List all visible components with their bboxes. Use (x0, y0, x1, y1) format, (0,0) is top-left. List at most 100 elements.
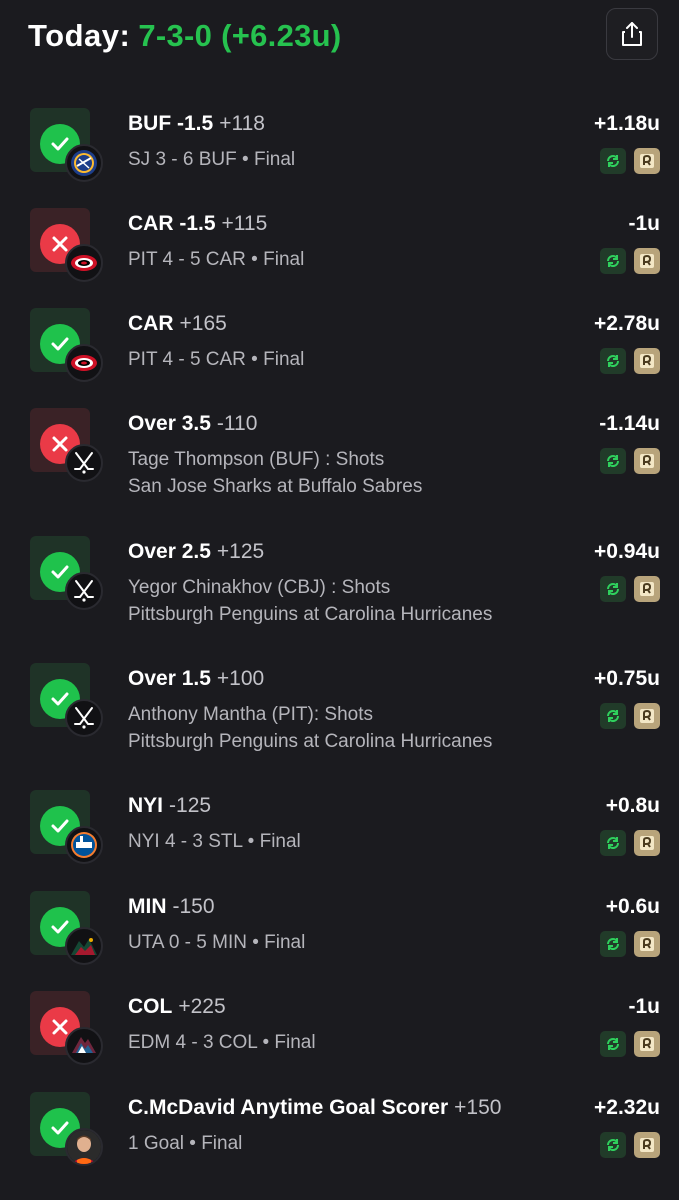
sync-badge[interactable] (600, 576, 626, 602)
bet-selection: Over 3.5 (128, 412, 211, 435)
sync-badge[interactable] (600, 830, 626, 856)
sportsbook-badge[interactable] (634, 576, 660, 602)
sportsbook-badge[interactable] (634, 248, 660, 274)
bet-units: +1.18u (594, 112, 660, 135)
sportsbook-icon (640, 937, 654, 951)
bet-selection: Over 1.5 (128, 667, 211, 690)
hockey-sticks-icon (65, 444, 103, 482)
sync-badge[interactable] (600, 448, 626, 474)
sportsbook-icon (640, 709, 654, 723)
bet-odds: +125 (216, 540, 265, 563)
sportsbook-icon (640, 582, 654, 596)
bet-row[interactable]: NYI -125 NYI 4 - 3 STL • Final +0.8u (0, 790, 679, 880)
sync-icon (607, 255, 619, 267)
daily-record: 7-3-0 (+6.23u) (138, 18, 342, 53)
sportsbook-icon (640, 836, 654, 850)
bet-row[interactable]: Over 2.5 +125 Yegor Chinakhov (CBJ) : Shot… (0, 536, 679, 626)
bet-selection: BUF -1.5 (128, 112, 214, 135)
sync-icon (607, 1139, 619, 1151)
sync-icon (607, 837, 619, 849)
bet-row[interactable]: CAR +165 PIT 4 - 5 CAR • Final +2.78u (0, 308, 679, 398)
x-icon (52, 436, 68, 452)
sync-icon (607, 583, 619, 595)
bet-row[interactable]: COL +225 EDM 4 - 3 COL • Final -1u (0, 991, 679, 1081)
wild-logo-icon (65, 927, 103, 965)
sportsbook-badge[interactable] (634, 448, 660, 474)
bet-detail: Tage Thompson (BUF) : Shots (128, 449, 385, 470)
bet-odds: +165 (179, 312, 227, 335)
bet-row[interactable]: CAR -1.5 +115 PIT 4 - 5 CAR • Final -1u (0, 208, 679, 298)
share-icon (622, 22, 642, 46)
bet-odds: -125 (169, 794, 212, 817)
hurricanes-logo-icon (65, 344, 103, 382)
bet-odds: +118 (219, 112, 265, 135)
sportsbook-badge[interactable] (634, 931, 660, 957)
bet-title: MIN -150 (128, 895, 215, 919)
bet-detail: PIT 4 - 5 CAR • Final (128, 249, 305, 270)
sportsbook-icon (640, 254, 654, 268)
share-button[interactable] (606, 8, 658, 60)
sportsbook-badge[interactable] (634, 148, 660, 174)
islanders-logo-icon (65, 826, 103, 864)
bet-row[interactable]: BUF -1.5 +118 SJ 3 - 6 BUF • Final +1.18u (0, 108, 679, 198)
sync-badge[interactable] (600, 148, 626, 174)
sync-icon (607, 355, 619, 367)
sync-badge[interactable] (600, 1031, 626, 1057)
bet-selection: COL (128, 995, 173, 1018)
bet-odds: +100 (216, 667, 265, 690)
sportsbook-badge[interactable] (634, 703, 660, 729)
bet-units: +2.78u (594, 312, 660, 335)
bet-odds: +150 (454, 1096, 502, 1119)
bet-row[interactable]: Over 1.5 +100 Anthony Mantha (PIT): Shots P… (0, 663, 679, 753)
bet-selection: NYI (128, 794, 164, 817)
bet-row[interactable]: MIN -150 UTA 0 - 5 MIN • Final +0.6u (0, 891, 679, 981)
bet-title: BUF -1.5 +118 (128, 112, 265, 136)
bet-detail: NYI 4 - 3 STL • Final (128, 831, 301, 852)
bet-units: +0.6u (605, 895, 660, 918)
bet-detail: Yegor Chinakhov (CBJ) : Shots (128, 577, 391, 598)
bet-title: NYI -125 (128, 794, 211, 818)
sportsbook-badge[interactable] (634, 830, 660, 856)
sync-icon (607, 455, 619, 467)
header-label: Today: (28, 18, 131, 53)
sync-badge[interactable] (600, 348, 626, 374)
sync-badge[interactable] (600, 1132, 626, 1158)
bet-odds: +225 (178, 995, 226, 1018)
sportsbook-badge[interactable] (634, 348, 660, 374)
sportsbook-badge[interactable] (634, 1031, 660, 1057)
bet-title: CAR -1.5 +115 (128, 212, 267, 236)
bet-detail: Anthony Mantha (PIT): Shots (128, 704, 374, 725)
bet-selection: CAR -1.5 (128, 212, 216, 235)
bet-selection: C.McDavid Anytime Goal Scorer (128, 1096, 449, 1119)
sportsbook-icon (640, 154, 654, 168)
bet-title: Over 1.5 +100 (128, 667, 264, 691)
bet-units: +2.32u (594, 1096, 660, 1119)
sync-badge[interactable] (600, 248, 626, 274)
sync-badge[interactable] (600, 703, 626, 729)
bet-selection: MIN (128, 895, 167, 918)
bet-title: CAR +165 (128, 312, 227, 336)
bet-odds: +115 (221, 212, 268, 235)
bet-detail: SJ 3 - 6 BUF • Final (128, 149, 296, 170)
sync-badge[interactable] (600, 931, 626, 957)
bet-detail: EDM 4 - 3 COL • Final (128, 1032, 316, 1053)
bet-title: Over 2.5 +125 (128, 540, 264, 564)
sabres-logo-icon (65, 144, 103, 182)
hockey-sticks-icon (65, 699, 103, 737)
bet-units: +0.75u (594, 667, 660, 690)
bet-row[interactable]: C.McDavid Anytime Goal Scorer +150 1 Goal … (0, 1092, 679, 1182)
bet-matchup: Pittsburgh Penguins at Carolina Hurrican… (128, 604, 493, 625)
bet-detail: 1 Goal • Final (128, 1133, 243, 1154)
sync-icon (607, 938, 619, 950)
sportsbook-badge[interactable] (634, 1132, 660, 1158)
bet-odds: -110 (216, 412, 258, 435)
sportsbook-icon (640, 354, 654, 368)
bet-title: Over 3.5 -110 (128, 412, 257, 436)
bet-row[interactable]: Over 3.5 -110 Tage Thompson (BUF) : Shots S… (0, 408, 679, 498)
bet-matchup: San Jose Sharks at Buffalo Sabres (128, 476, 423, 497)
bet-units: -1u (628, 995, 661, 1018)
bet-selection: Over 2.5 (128, 540, 211, 563)
bet-units: -1.14u (599, 412, 660, 435)
sync-icon (607, 1038, 619, 1050)
bet-units: +0.8u (605, 794, 660, 817)
